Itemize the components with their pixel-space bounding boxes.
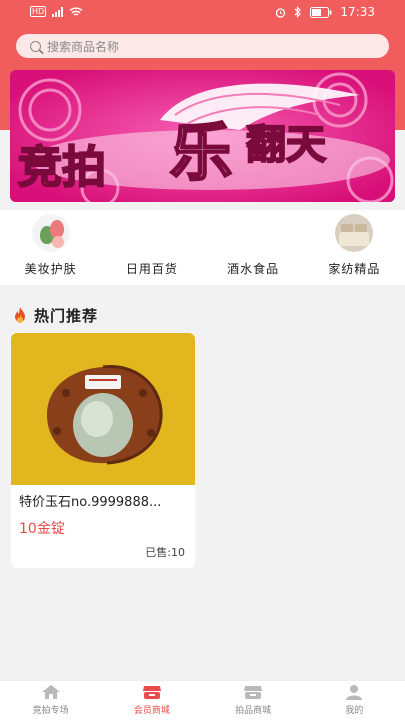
category-makeup[interactable]: 美妆护肤: [0, 210, 101, 285]
hot-section-title: 热门推荐: [34, 306, 99, 325]
banner-text-1: 竞拍: [18, 142, 106, 193]
bedding-icon: [335, 214, 374, 252]
store-icon: [142, 686, 161, 699]
product-image: [11, 333, 195, 485]
category-daily-goods[interactable]: 日用百货: [101, 210, 202, 285]
daily-goods-icon: [132, 214, 171, 252]
tab-mine[interactable]: 我的: [304, 681, 405, 720]
tab-lot-store[interactable]: 拍品商城: [203, 681, 304, 720]
tab-label: 会员商城: [133, 706, 170, 716]
category-label: 酒水食品: [227, 262, 280, 276]
product-name: 特价玉石no.9999888...: [19, 495, 162, 510]
product-sold-count: 已售:10: [145, 546, 185, 559]
product-card[interactable]: 特价玉石no.9999888... 10金锭 已售:10: [11, 333, 195, 568]
category-label: 美妆护肤: [24, 262, 77, 276]
fire-icon: [15, 307, 25, 323]
hot-section-header: 热门推荐: [0, 300, 405, 330]
search-icon: [30, 40, 41, 52]
category-label: 日用百货: [125, 262, 178, 276]
user-icon: [346, 685, 363, 700]
bottom-tabbar: 竞拍专场 会员商城 拍品商城 我的: [0, 680, 405, 720]
banner-text-big: 乐: [170, 116, 232, 189]
jade-pendant-icon: [47, 365, 163, 465]
wifi-icon: [69, 7, 83, 16]
bluetooth-icon: [294, 6, 302, 18]
signal-icon: [52, 6, 64, 17]
search-input[interactable]: 搜索商品名称: [16, 34, 389, 58]
banner-title: 竞拍 乐 翻天: [17, 115, 327, 194]
status-bar: HD 17:33: [0, 0, 405, 26]
battery-icon: [310, 6, 332, 18]
tab-label: 我的: [345, 706, 364, 716]
category-row: 美妆护肤 日用百货 酒水食品 家纺精品: [0, 210, 405, 285]
tab-auction[interactable]: 竞拍专场: [0, 681, 101, 720]
tab-member-store[interactable]: 会员商城: [101, 681, 202, 720]
banner-text-2: 翻天: [246, 122, 326, 168]
alarm-icon: [276, 7, 286, 18]
food-drink-icon: [234, 214, 273, 252]
product-price: 10金锭: [19, 521, 65, 537]
category-food-drink[interactable]: 酒水食品: [203, 210, 304, 285]
category-label: 家纺精品: [328, 262, 381, 276]
search-placeholder: 搜索商品名称: [47, 39, 120, 54]
hd-label: HD: [30, 6, 47, 17]
tab-label: 竞拍专场: [32, 706, 69, 716]
makeup-sponge-icon: [31, 214, 70, 252]
home-icon: [41, 685, 60, 699]
promo-banner[interactable]: 竞拍 乐 翻天: [10, 70, 395, 202]
category-bedding[interactable]: 家纺精品: [304, 210, 405, 285]
shop-icon: [244, 686, 263, 699]
tab-label: 拍品商城: [235, 706, 272, 716]
clock: 17:33: [340, 5, 375, 19]
